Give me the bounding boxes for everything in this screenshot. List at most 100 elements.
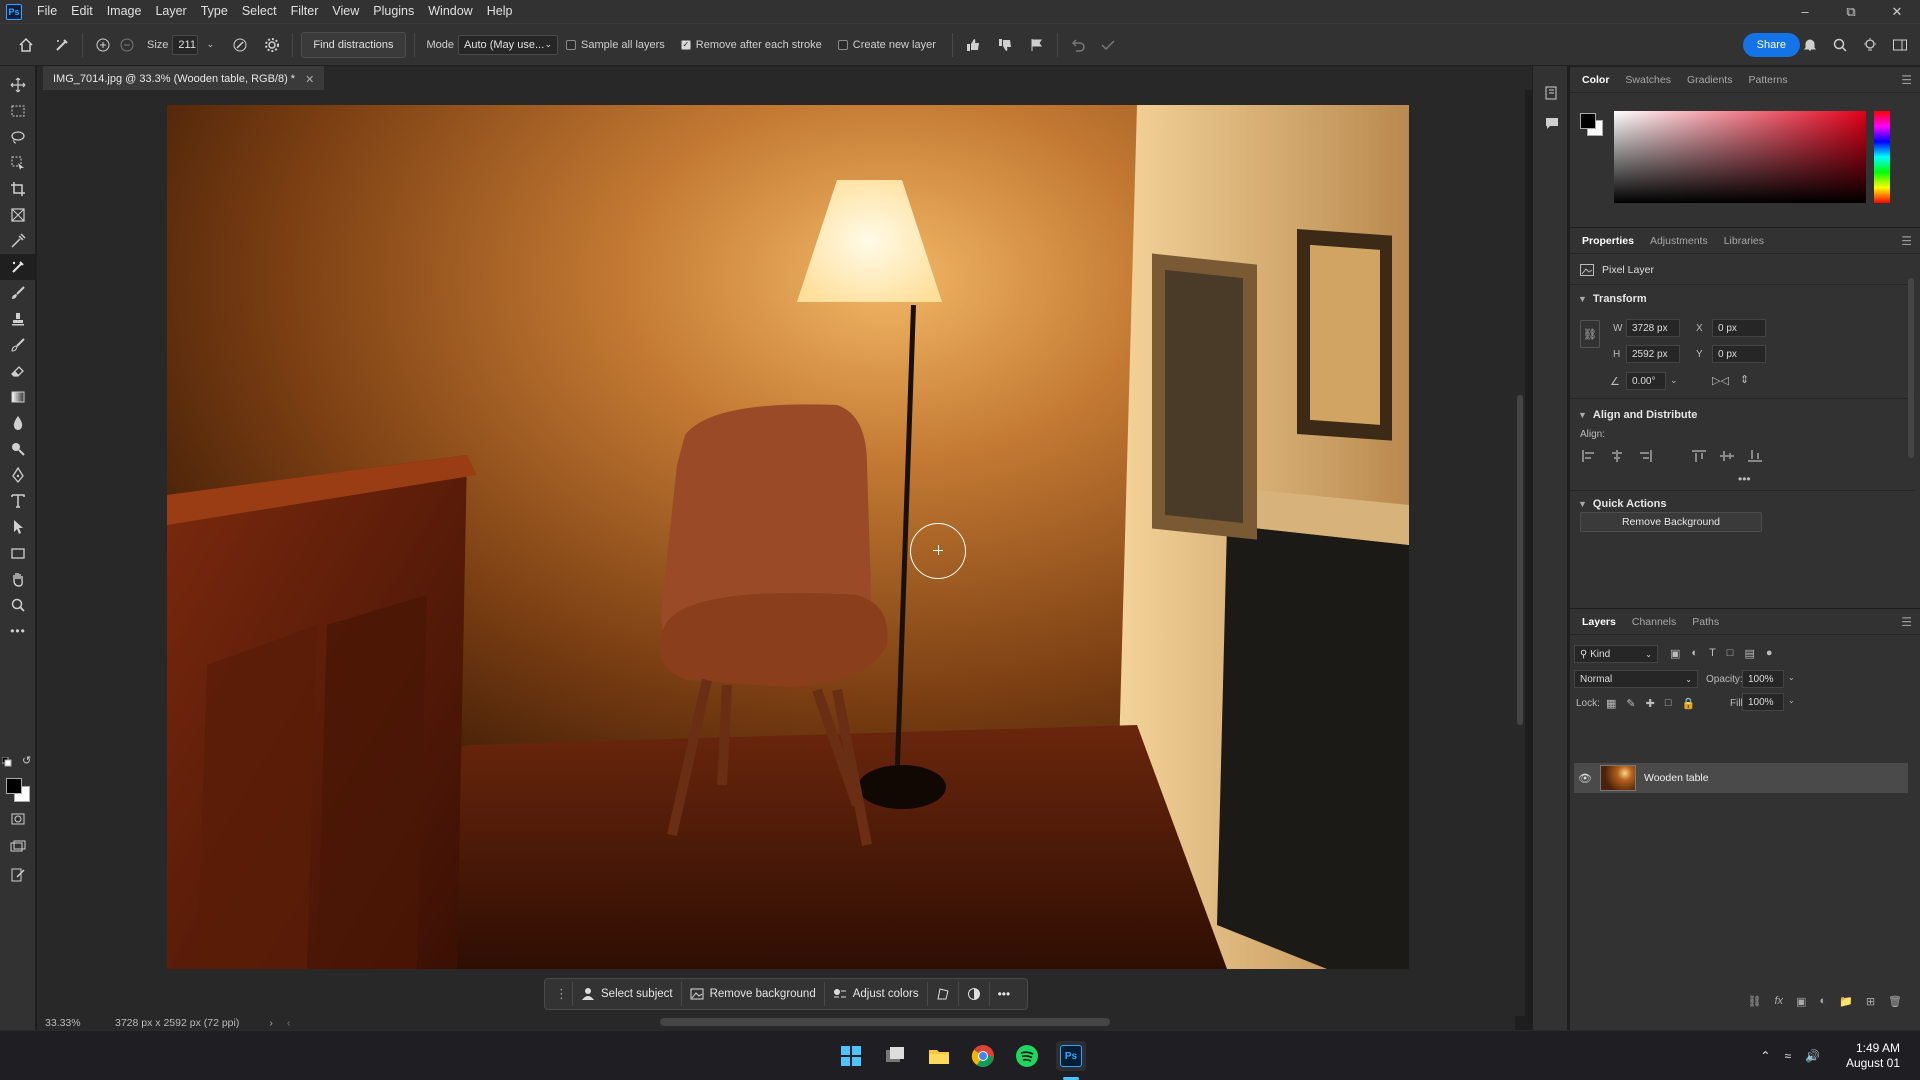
align-left-icon[interactable]	[1582, 450, 1596, 462]
tab-gradients[interactable]: Gradients	[1679, 67, 1741, 93]
restore-icon[interactable]: ⧉	[1828, 0, 1874, 23]
gear-icon[interactable]	[260, 33, 284, 57]
document-canvas-photo[interactable]	[167, 105, 1409, 969]
transform-icon[interactable]	[928, 982, 959, 1006]
panel-menu-icon[interactable]: ☰	[1901, 234, 1912, 248]
panel-menu-icon[interactable]: ☰	[1901, 615, 1912, 629]
menu-layer[interactable]: Layer	[148, 0, 193, 23]
add-brush-mode-icon[interactable]	[91, 33, 115, 57]
menu-file[interactable]: File	[30, 0, 64, 23]
color-picker-field[interactable]	[1614, 111, 1866, 203]
tab-properties[interactable]: Properties	[1574, 228, 1642, 254]
horizontal-scroll-thumb[interactable]	[660, 1018, 1110, 1026]
eraser-tool-icon[interactable]	[0, 358, 36, 384]
spotify-icon[interactable]	[1012, 1041, 1042, 1071]
menu-select[interactable]: Select	[235, 0, 284, 23]
link-icon[interactable]: ⛓	[1580, 320, 1600, 348]
tab-layers[interactable]: Layers	[1574, 609, 1624, 635]
chevron-down-icon[interactable]: ⌄	[1788, 696, 1795, 705]
workspace-icon[interactable]	[1888, 33, 1912, 57]
flag-icon[interactable]	[1025, 33, 1049, 57]
more-options-icon[interactable]: •••	[990, 982, 1019, 1006]
foreground-color-swatch[interactable]	[6, 778, 22, 794]
eye-visibility-icon[interactable]: 👁	[1574, 772, 1596, 785]
layer-name[interactable]: Wooden table	[1644, 772, 1709, 784]
delete-layer-icon[interactable]: 🗑	[1888, 995, 1902, 1008]
tab-libraries[interactable]: Libraries	[1716, 228, 1772, 254]
properties-scrollbar[interactable]	[1908, 278, 1914, 458]
tab-adjustments[interactable]: Adjustments	[1642, 228, 1716, 254]
transform-section-header[interactable]: ▼ Transform	[1578, 293, 1647, 305]
bell-icon[interactable]	[1798, 33, 1822, 57]
remove-background-button[interactable]: Remove background	[682, 982, 825, 1006]
rectangle-tool-icon[interactable]	[0, 540, 36, 566]
flip-vertical-icon[interactable]: ⇕	[1740, 373, 1749, 386]
filter-shape-icon[interactable]: □	[1727, 647, 1734, 660]
opacity-field[interactable]: 100%	[1742, 670, 1784, 688]
link-layers-icon[interactable]: ⛓	[1748, 995, 1762, 1008]
more-tools-icon[interactable]: •••	[0, 618, 36, 644]
history-panel-icon[interactable]	[1545, 86, 1559, 103]
home-icon[interactable]	[14, 33, 38, 57]
close-tab-icon[interactable]: ✕	[305, 73, 314, 86]
brush-tool-icon[interactable]	[0, 280, 36, 306]
hue-slider[interactable]	[1874, 111, 1890, 203]
volume-icon[interactable]: 🔊	[1805, 1049, 1820, 1063]
adjustment-layer-icon[interactable]: ◐	[1819, 995, 1826, 1008]
blur-tool-icon[interactable]	[0, 410, 36, 436]
select-subject-button[interactable]: Select subject	[573, 982, 682, 1006]
align-section-header[interactable]: ▼ Align and Distribute	[1578, 409, 1697, 421]
new-layer-icon[interactable]: ⊞	[1866, 995, 1875, 1008]
history-brush-tool-icon[interactable]	[0, 332, 36, 358]
align-top-icon[interactable]	[1692, 450, 1706, 462]
tab-patterns[interactable]: Patterns	[1740, 67, 1795, 93]
tab-swatches[interactable]: Swatches	[1617, 67, 1679, 93]
panel-menu-icon[interactable]: ☰	[1901, 73, 1912, 87]
filter-pixel-icon[interactable]: ▣	[1670, 647, 1680, 660]
chevron-down-icon[interactable]: ⌄	[1788, 673, 1795, 682]
menu-filter[interactable]: Filter	[284, 0, 326, 23]
minimize-icon[interactable]: –	[1782, 0, 1828, 23]
filter-smart-object-icon[interactable]: ▤	[1744, 647, 1754, 660]
mode-select[interactable]: Auto (May use... ⌄	[458, 34, 559, 55]
object-selection-tool-icon[interactable]	[0, 150, 36, 176]
align-center-vertical-icon[interactable]	[1720, 450, 1734, 462]
chevron-up-icon[interactable]: ⌃	[1760, 1049, 1770, 1063]
lock-all-icon[interactable]: 🔒	[1682, 697, 1696, 710]
y-field[interactable]: 0 px	[1712, 345, 1766, 363]
blend-mode-select[interactable]: Normal ⌄	[1574, 670, 1698, 688]
menu-help[interactable]: Help	[480, 0, 520, 23]
thumbs-up-icon[interactable]	[961, 33, 985, 57]
type-tool-icon[interactable]	[0, 488, 36, 514]
task-view-icon[interactable]	[880, 1041, 910, 1071]
fill-field[interactable]: 100%	[1742, 693, 1784, 711]
document-tab[interactable]: IMG_7014.jpg @ 33.3% (Wooden table, RGB/…	[43, 66, 325, 90]
height-field[interactable]: 2592 px	[1626, 345, 1680, 363]
path-selection-tool-icon[interactable]	[0, 514, 36, 540]
menu-plugins[interactable]: Plugins	[366, 0, 421, 23]
adjust-colors-button[interactable]: Adjust colors	[825, 982, 928, 1006]
x-field[interactable]: 0 px	[1712, 319, 1766, 337]
file-explorer-icon[interactable]	[924, 1041, 954, 1071]
filter-toggle-icon[interactable]: ●	[1766, 647, 1773, 660]
align-center-horizontal-icon[interactable]	[1610, 450, 1624, 462]
remove-after-stroke-checkbox[interactable]: ✓ Remove after each stroke	[680, 39, 822, 51]
marquee-tool-icon[interactable]	[0, 98, 36, 124]
lock-transparent-icon[interactable]: ▦	[1606, 697, 1616, 710]
color-foreground-swatch[interactable]	[1580, 113, 1596, 129]
dodge-tool-icon[interactable]	[0, 436, 36, 462]
subtract-brush-mode-icon[interactable]	[115, 33, 139, 57]
add-mask-icon[interactable]: ▣	[1796, 995, 1806, 1008]
share-button[interactable]: Share	[1742, 33, 1800, 57]
windows-start-icon[interactable]	[836, 1041, 866, 1071]
filter-type-icon[interactable]: T	[1709, 647, 1716, 660]
mask-icon[interactable]	[959, 982, 990, 1006]
undo-icon[interactable]	[1066, 33, 1090, 57]
remove-tool-icon[interactable]	[0, 254, 36, 280]
quick-mask-icon[interactable]	[0, 806, 36, 832]
commit-checkmark-icon[interactable]	[1096, 33, 1120, 57]
vertical-scroll-thumb[interactable]	[1517, 395, 1523, 725]
thumbs-down-icon[interactable]	[993, 33, 1017, 57]
zoom-level[interactable]: 33.33%	[45, 1017, 105, 1029]
move-tool-icon[interactable]	[0, 72, 36, 98]
